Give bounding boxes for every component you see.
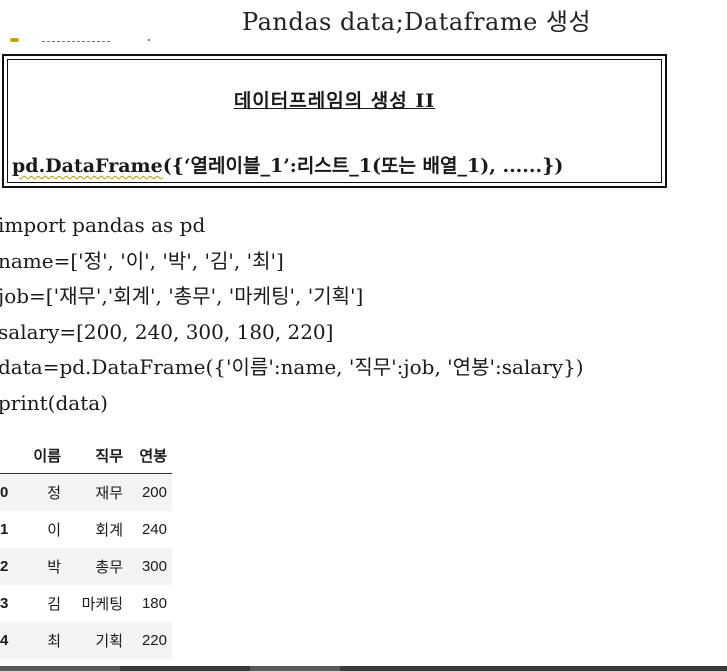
table-row: 2 박 총무 300 <box>0 548 172 585</box>
definition-heading: 데이터프레임의 생성 II <box>233 90 436 112</box>
code-line[interactable]: print(data) <box>0 388 584 424</box>
row-index: 2 <box>0 558 9 575</box>
dot-mark <box>148 39 150 41</box>
code-line[interactable]: name=['정', '이', '박', '김', '최'] <box>0 246 584 282</box>
code-line[interactable]: job=['재무','회계', '총무', '마케팅', '기획'] <box>0 281 584 317</box>
code-line[interactable]: data=pd.DataFrame({'이름':name, '직무':job, … <box>0 352 584 388</box>
dataframe-output-table: 이름 직무 연봉 0 정 재무 200 1 이 회계 240 2 박 총무 30… <box>0 437 172 659</box>
code-block: import pandas as pd name=['정', '이', '박',… <box>0 210 584 423</box>
cell-job: 총무 <box>95 559 123 576</box>
column-header-job: 직무 <box>66 437 128 474</box>
cell-salary: 240 <box>141 521 167 538</box>
column-header-salary: 연봉 <box>128 437 172 474</box>
cell-name: 박 <box>47 559 61 576</box>
code-line[interactable]: import pandas as pd <box>0 210 584 246</box>
row-index: 0 <box>0 484 9 501</box>
cell-name: 이 <box>47 522 61 539</box>
cell-name: 김 <box>47 596 61 613</box>
taskbar-segment <box>250 666 340 671</box>
definition-syntax: pd.DataFrame({‘열레이블_1’:리스트_1(또는 배열_1), .… <box>12 151 563 178</box>
row-index: 1 <box>0 521 9 538</box>
dashed-line <box>42 41 110 43</box>
table-row: 1 이 회계 240 <box>0 511 172 548</box>
table-row: 4 최 기획 220 <box>0 622 172 659</box>
syntax-arguments: ({‘열레이블_1’:리스트_1(또는 배열_1), ......}) <box>162 155 564 177</box>
cell-job: 회계 <box>95 522 123 539</box>
syntax-function-name: pd.DataFrame <box>12 155 163 177</box>
table-row: 3 김 마케팅 180 <box>0 585 172 622</box>
cell-job: 재무 <box>95 485 123 502</box>
table-header-row: 이름 직무 연봉 <box>0 437 172 474</box>
row-index: 4 <box>0 632 9 649</box>
cell-name: 최 <box>47 633 61 650</box>
highlight-mark <box>10 38 19 42</box>
cell-salary: 220 <box>141 632 167 649</box>
code-line[interactable]: salary=[200, 240, 300, 180, 220] <box>0 317 584 353</box>
index-header <box>0 437 20 474</box>
column-header-name: 이름 <box>20 437 66 474</box>
table-row: 0 정 재무 200 <box>0 473 172 511</box>
definition-box: 데이터프레임의 생성 II pd.DataFrame({‘열레이블_1’:리스트… <box>2 54 667 188</box>
cell-salary: 300 <box>141 558 167 575</box>
taskbar-segment <box>0 666 120 671</box>
cell-job: 마케팅 <box>81 596 123 613</box>
taskbar-strip <box>0 666 727 671</box>
cell-salary: 200 <box>141 484 167 501</box>
decorative-marks <box>10 38 150 44</box>
page-title: Pandas data;Dataframe 생성 <box>242 8 592 36</box>
cell-name: 정 <box>47 485 61 502</box>
cell-salary: 180 <box>141 595 167 612</box>
row-index: 3 <box>0 595 9 612</box>
cell-job: 기획 <box>95 633 123 650</box>
